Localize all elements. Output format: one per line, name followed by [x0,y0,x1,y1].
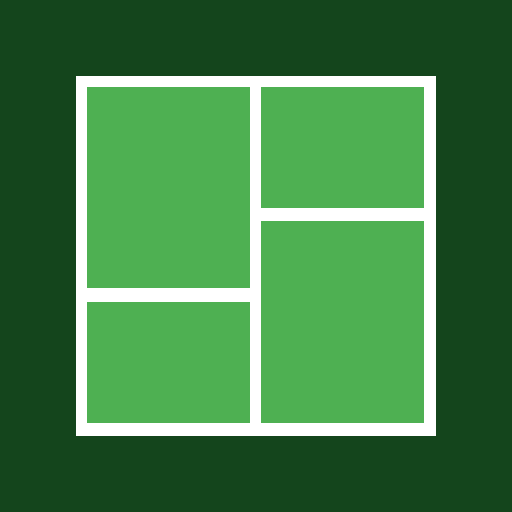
tile-top-left [87,87,250,288]
tile-top-right [261,87,424,208]
app-icon-canvas [0,0,512,512]
tile-bottom-left [87,302,250,423]
layout-grid-icon [76,76,436,436]
tile-bottom-right [261,221,424,423]
